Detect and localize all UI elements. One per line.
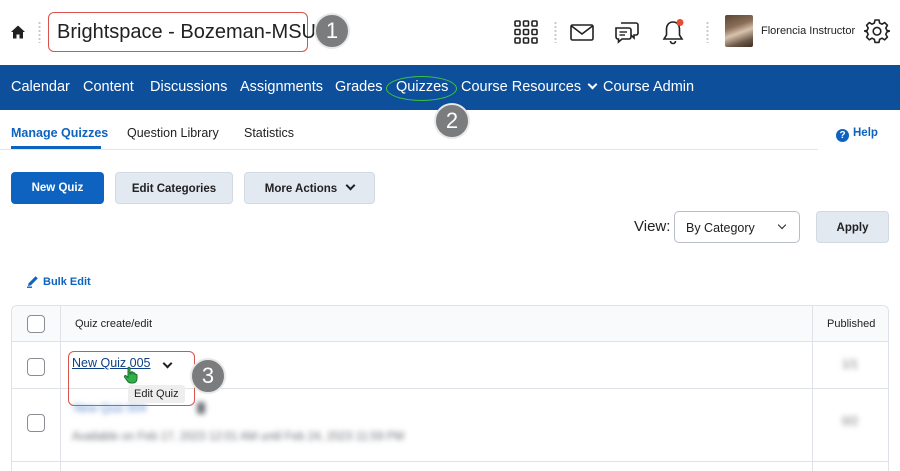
tab-manage-quizzes[interactable]: Manage Quizzes — [11, 126, 108, 140]
callout-badge-3: 3 — [190, 358, 226, 394]
availability-text: Available on Feb 17, 2023 12:01 AM until… — [72, 431, 405, 443]
gear-icon[interactable] — [864, 18, 890, 44]
apply-button[interactable]: Apply — [816, 211, 889, 243]
separator — [706, 21, 709, 43]
nav-grades[interactable]: Grades — [335, 79, 383, 95]
callout-badge-1: 1 — [314, 13, 350, 49]
mail-icon[interactable] — [568, 18, 596, 46]
row-checkbox[interactable] — [27, 358, 45, 376]
help-icon: ? — [836, 129, 849, 142]
nav-assignments[interactable]: Assignments — [240, 79, 323, 95]
user-name[interactable]: Florencia Instructor — [761, 25, 855, 37]
bulk-edit-label: Bulk Edit — [43, 276, 91, 288]
waffle-grid-icon[interactable] — [512, 18, 540, 46]
select-all-checkbox[interactable] — [27, 315, 45, 333]
nav-course-admin[interactable]: Course Admin — [603, 79, 694, 95]
view-select[interactable]: By Category — [674, 211, 800, 243]
nav-content[interactable]: Content — [83, 79, 134, 95]
column-header-published: Published — [827, 318, 876, 330]
callout-badge-2: 2 — [434, 103, 470, 139]
row-divider — [12, 461, 888, 462]
view-label: View: — [634, 218, 671, 235]
more-actions-label: More Actions — [264, 183, 338, 195]
view-select-value: By Category — [686, 221, 755, 235]
edit-quiz-tooltip: Edit Quiz — [128, 385, 185, 403]
avatar[interactable] — [725, 15, 753, 47]
nav-calendar[interactable]: Calendar — [11, 79, 70, 95]
chevron-down-icon — [587, 79, 598, 90]
notification-dot — [676, 19, 684, 26]
tab-question-library[interactable]: Question Library — [127, 126, 219, 140]
chevron-down-icon — [777, 220, 787, 230]
nav-course-resources-label: Course Resources — [461, 79, 582, 95]
hand-cursor-icon — [123, 366, 138, 384]
new-quiz-button[interactable]: New Quiz — [11, 172, 104, 204]
more-actions-button[interactable]: More Actions — [244, 172, 375, 204]
highlight-ring — [386, 76, 457, 101]
home-icon[interactable] — [10, 24, 26, 40]
org-title[interactable]: Brightspace - Bozeman-MSU — [48, 12, 316, 52]
separator — [38, 21, 41, 43]
chat-icon[interactable] — [613, 18, 641, 46]
tab-statistics[interactable]: Statistics — [244, 126, 294, 140]
row-checkbox[interactable] — [27, 414, 45, 432]
bulk-edit-button[interactable]: Bulk Edit — [26, 274, 91, 288]
top-header: Brightspace - Bozeman-MSU 1 Florencia In… — [0, 0, 900, 64]
nav-discussions[interactable]: Discussions — [150, 79, 227, 95]
pencil-icon — [27, 276, 38, 288]
column-header-quiz: Quiz create/edit — [75, 318, 153, 330]
help-link[interactable]: ? Help — [836, 127, 878, 142]
help-label: Help — [853, 127, 878, 139]
nav-course-resources[interactable]: Course Resources — [461, 79, 598, 95]
published-count: 1/1 — [842, 359, 858, 371]
tabs-divider — [0, 149, 818, 150]
separator — [554, 21, 557, 43]
published-count: 0/2 — [842, 416, 858, 428]
pin-icon — [197, 402, 205, 414]
chevron-down-icon — [345, 180, 356, 191]
bell-icon[interactable] — [659, 18, 687, 46]
edit-categories-button[interactable]: Edit Categories — [115, 172, 233, 204]
